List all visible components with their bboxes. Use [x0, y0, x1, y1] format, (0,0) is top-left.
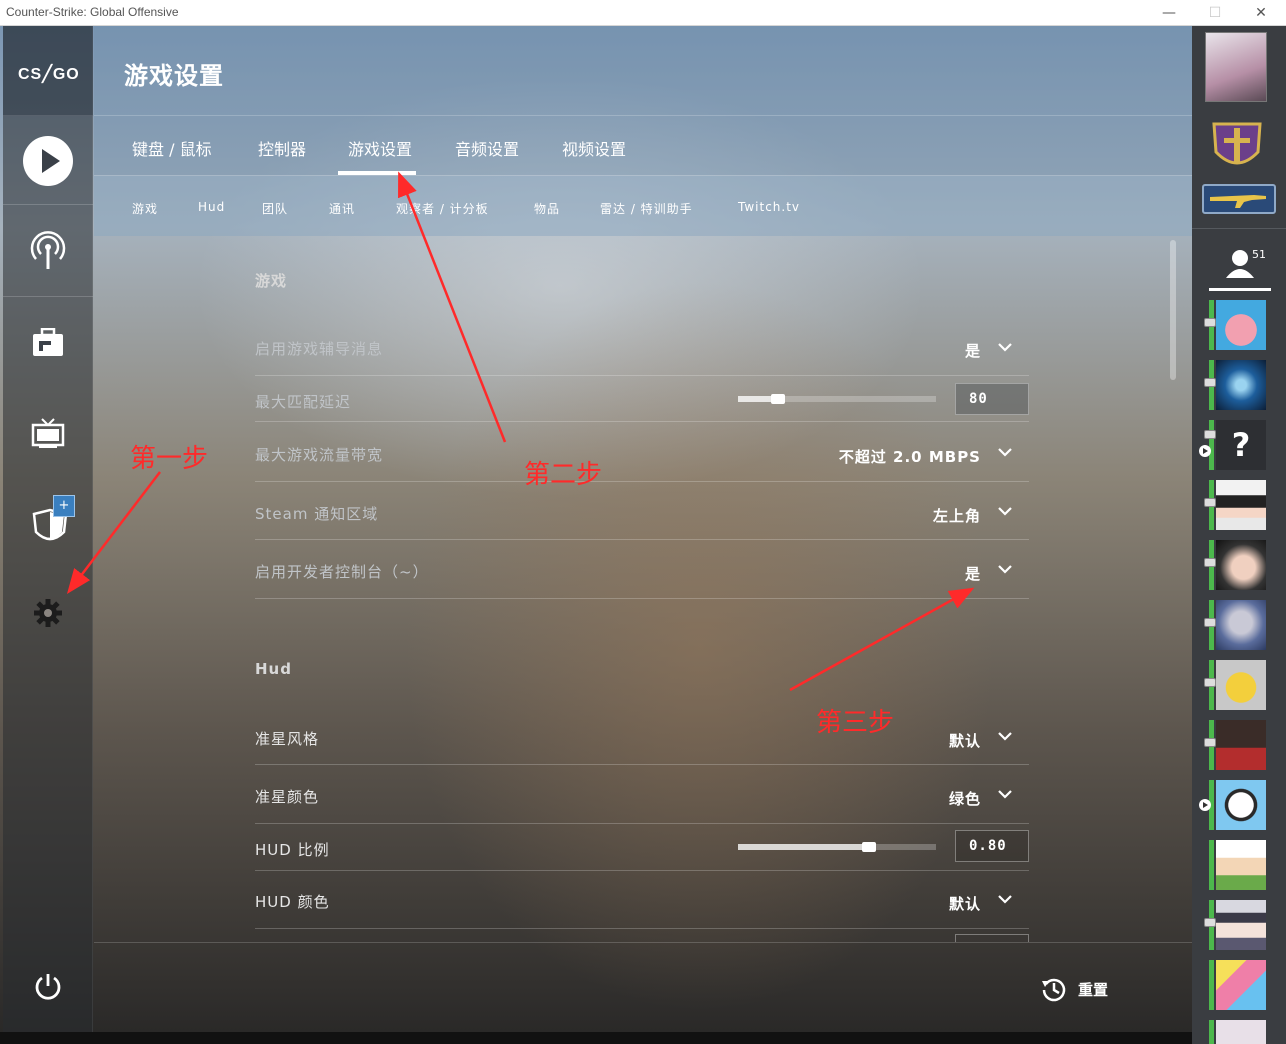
friend-avatar[interactable]: [1216, 780, 1266, 830]
friends-tab-indicator: [1209, 288, 1271, 291]
friend-avatar[interactable]: [1216, 660, 1266, 710]
friend-avatar[interactable]: [1216, 840, 1266, 890]
friend-avatar[interactable]: [1216, 960, 1266, 1010]
online-status-bar: [1209, 840, 1214, 890]
friends-panel: 51 ?: [1192, 26, 1286, 1044]
in-game-icon: [1199, 799, 1211, 811]
chat-icon: [1204, 918, 1216, 927]
step3-arrow: [789, 587, 975, 692]
step1-arrow: [66, 471, 161, 594]
maximize-button[interactable]: ☐: [1192, 0, 1238, 26]
friend-avatar[interactable]: [1216, 600, 1266, 650]
in-game-icon: [1199, 445, 1211, 457]
online-status-bar: [1209, 1020, 1214, 1044]
online-status-bar: [1209, 960, 1214, 1010]
chat-icon: [1204, 498, 1216, 507]
friend-avatar[interactable]: [1216, 300, 1266, 350]
panel-divider: [1192, 228, 1286, 229]
close-button[interactable]: ✕: [1238, 0, 1284, 26]
friend-avatar[interactable]: [1216, 720, 1266, 770]
chat-icon: [1204, 738, 1216, 747]
chat-icon: [1204, 318, 1216, 327]
friend-avatar[interactable]: [1216, 900, 1266, 950]
step1-annotation: 第一步: [130, 444, 209, 474]
friends-button[interactable]: 51: [1210, 244, 1270, 288]
friends-online-count: 51: [1252, 248, 1266, 261]
rifle-icon: [1210, 195, 1266, 208]
friend-avatar[interactable]: [1216, 540, 1266, 590]
chat-icon: [1204, 558, 1216, 567]
chat-icon: [1204, 430, 1216, 439]
step2-annotation: 第二步: [524, 460, 603, 490]
annotation-arrows: [66, 171, 975, 692]
player-avatar[interactable]: [1205, 32, 1267, 102]
bottom-strip: [0, 1032, 1192, 1044]
step2-arrow: [398, 171, 507, 443]
chat-icon: [1204, 678, 1216, 687]
friend-avatar[interactable]: [1216, 360, 1266, 410]
chat-icon: [1204, 618, 1216, 627]
rank-badge-icon: [1212, 122, 1262, 165]
friend-avatar[interactable]: [1216, 480, 1266, 530]
weapon-badge: [1202, 184, 1276, 214]
friend-avatar[interactable]: [1216, 1020, 1266, 1044]
step3-annotation: 第三步: [816, 708, 895, 738]
chat-icon: [1204, 378, 1216, 387]
unknown-avatar-icon[interactable]: ?: [1216, 420, 1266, 470]
